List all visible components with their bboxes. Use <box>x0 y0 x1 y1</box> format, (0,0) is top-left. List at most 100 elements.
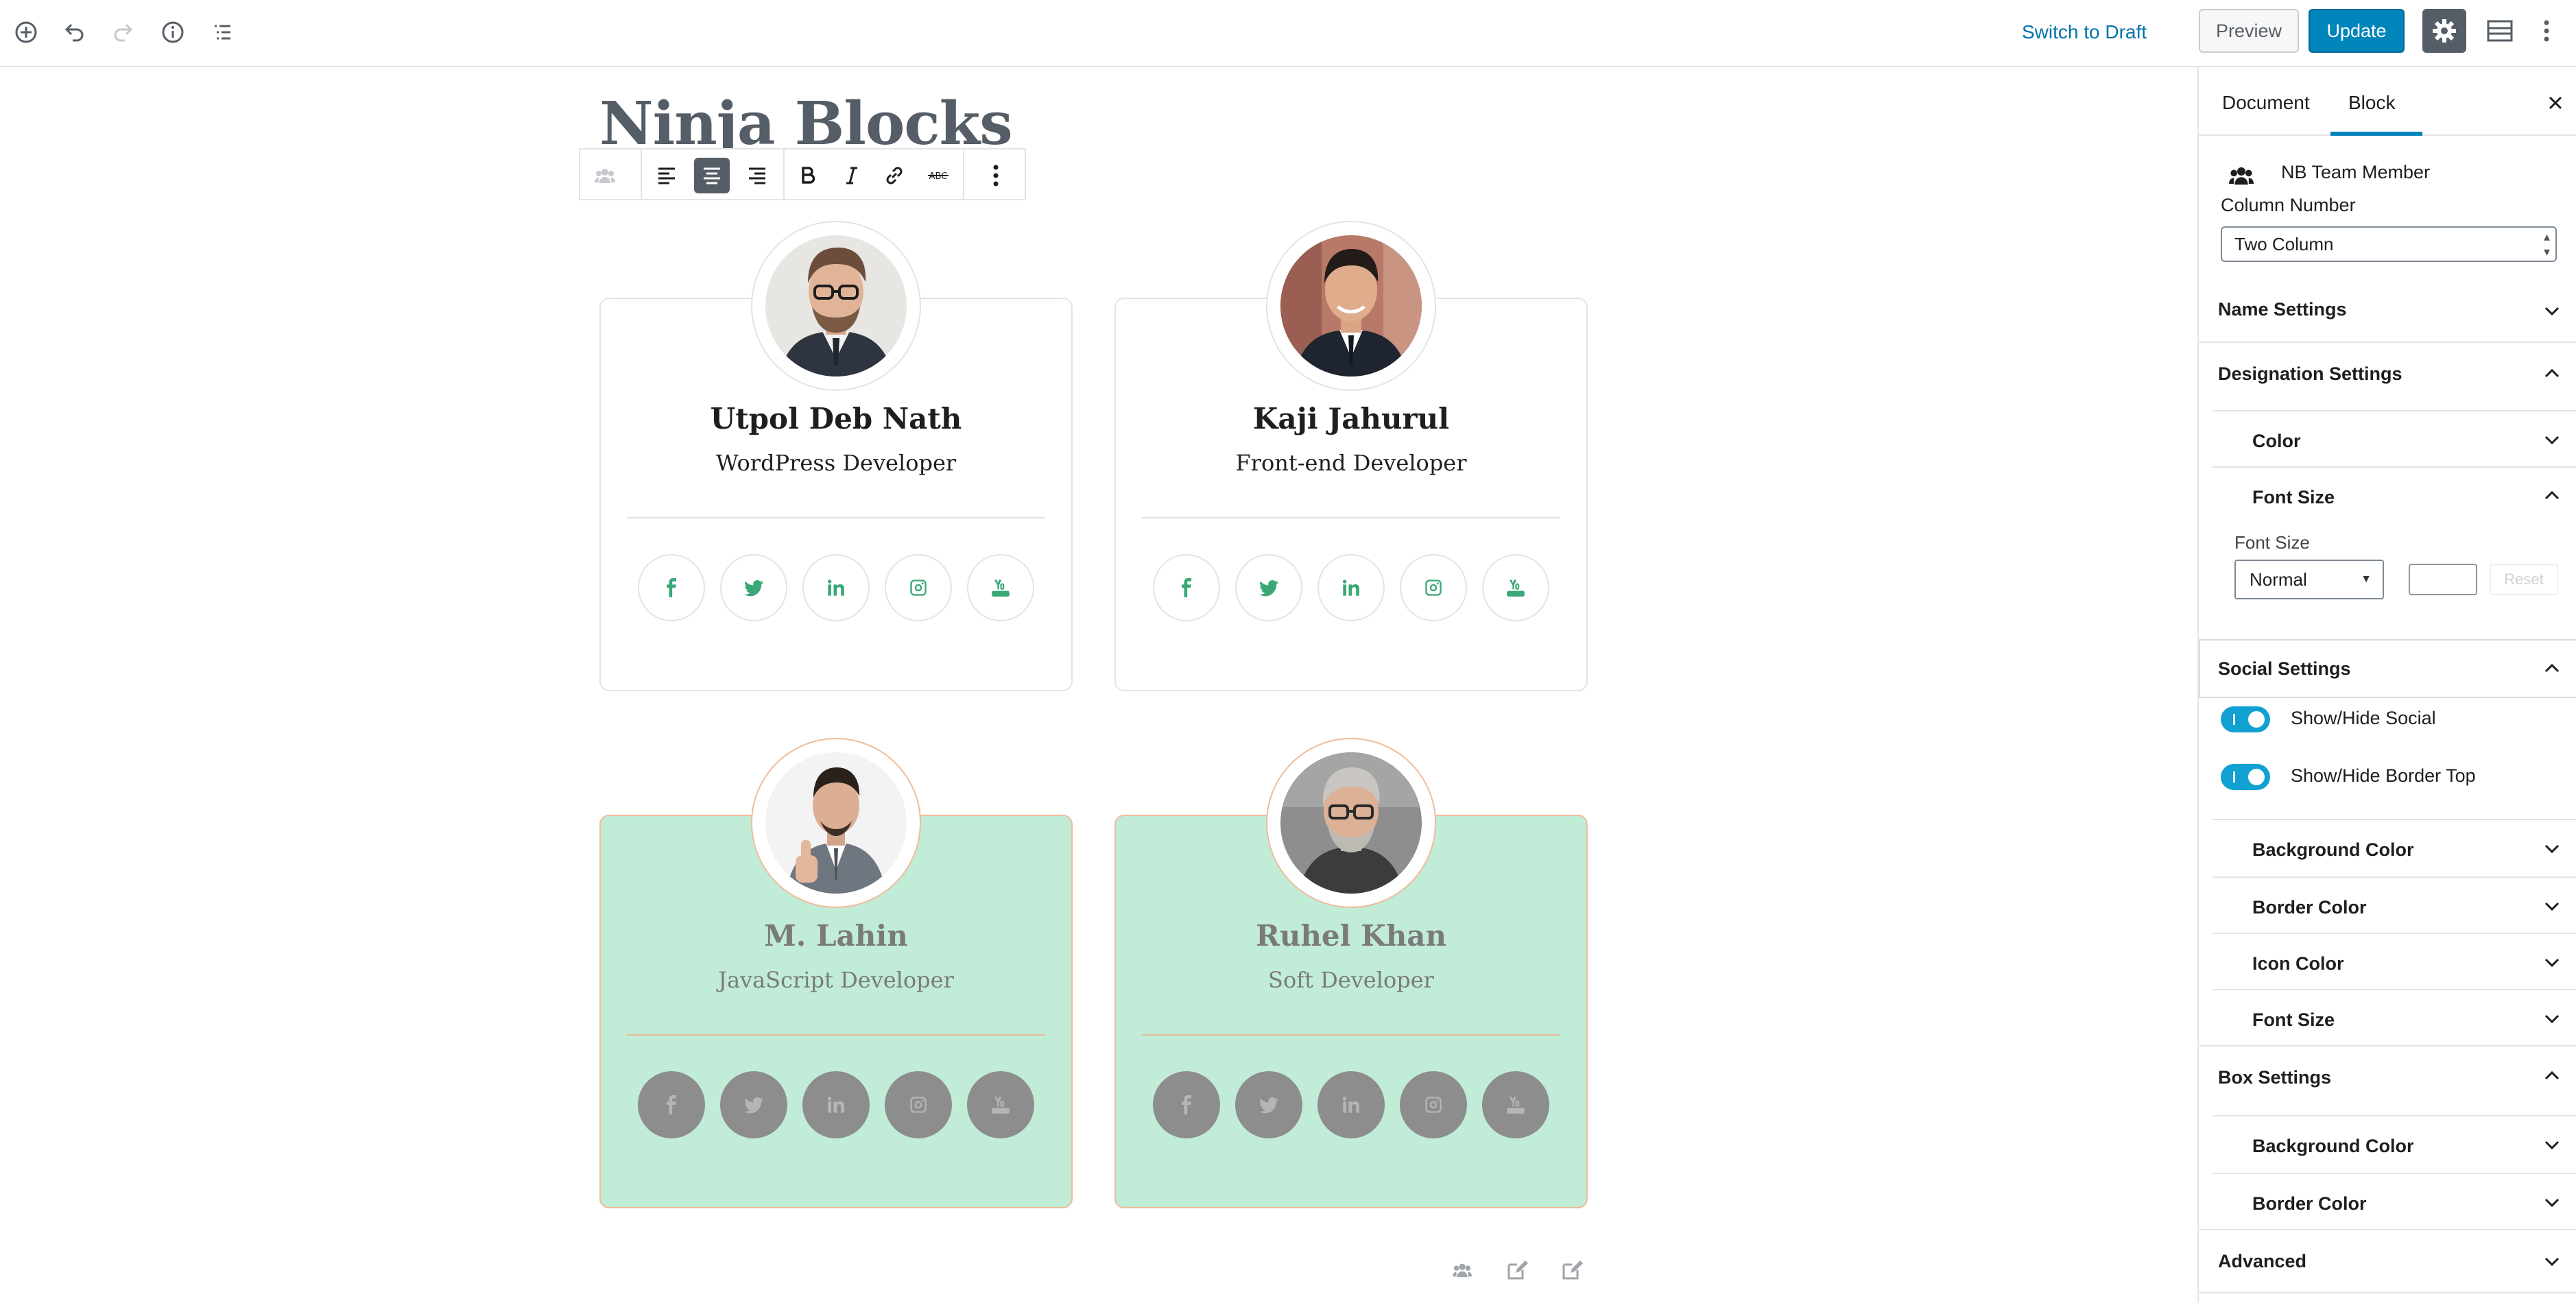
instagram-link[interactable] <box>885 1071 952 1138</box>
member-role[interactable]: JavaScript Developer <box>601 967 1071 993</box>
facebook-link[interactable] <box>638 1071 705 1138</box>
member-name[interactable]: M. Lahin <box>601 919 1071 953</box>
redo-icon[interactable] <box>108 16 139 48</box>
show-social-toggle[interactable] <box>2221 706 2270 732</box>
twitter-link[interactable] <box>1235 554 1302 621</box>
member-name[interactable]: Kaji Jahurul <box>1116 402 1586 435</box>
panel-social-settings[interactable]: Social Settings <box>2199 639 2576 698</box>
undo-icon[interactable] <box>58 16 90 48</box>
member-role[interactable]: WordPress Developer <box>601 450 1071 476</box>
more-options-icon[interactable] <box>978 158 1014 193</box>
edit-alt-icon[interactable] <box>1558 1256 1586 1284</box>
linkedin-link[interactable] <box>1317 1071 1385 1138</box>
panel-title: Color <box>2252 431 2301 451</box>
youtube-link[interactable] <box>967 554 1034 621</box>
align-left-icon[interactable] <box>649 158 684 193</box>
facebook-icon <box>1182 1095 1191 1114</box>
youtube-link[interactable] <box>1482 1071 1549 1138</box>
social-links <box>638 554 1037 623</box>
font-size-input[interactable] <box>2409 564 2477 595</box>
add-block-icon[interactable] <box>10 16 42 48</box>
avatar <box>751 221 921 391</box>
instagram-link[interactable] <box>885 554 952 621</box>
panel-social-background-color[interactable]: Background Color <box>2199 820 2576 876</box>
svg-text:ABC: ABC <box>929 171 948 182</box>
twitter-link[interactable] <box>720 1071 787 1138</box>
facebook-icon <box>667 1095 676 1114</box>
italic-icon[interactable] <box>834 158 870 193</box>
instagram-link[interactable] <box>1400 554 1467 621</box>
font-size-reset-button[interactable]: Reset <box>2490 564 2558 595</box>
panel-title: Icon Color <box>2252 953 2344 974</box>
link-icon[interactable] <box>876 158 912 193</box>
social-links <box>1153 1071 1552 1140</box>
avatar <box>1266 738 1436 908</box>
facebook-link[interactable] <box>1153 554 1220 621</box>
facebook-link[interactable] <box>638 554 705 621</box>
toggle-label: Show/Hide Social <box>2291 708 2436 728</box>
strikethrough-icon[interactable]: ABC <box>920 158 956 193</box>
settings-sidebar: Document Block NB Team Member Column Num… <box>2197 67 2576 1303</box>
switch-to-draft-link[interactable]: Switch to Draft <box>2022 18 2147 47</box>
active-tab-indicator <box>2330 132 2422 136</box>
member-name[interactable]: Utpol Deb Nath <box>601 402 1071 435</box>
fullwidth-icon[interactable] <box>2484 15 2516 47</box>
linkedin-link[interactable] <box>1317 554 1385 621</box>
member-name[interactable]: Ruhel Khan <box>1116 919 1586 953</box>
panel-advanced[interactable]: Advanced <box>2199 1230 2576 1293</box>
panel-social-font-size[interactable]: Font Size <box>2199 990 2576 1047</box>
card-divider <box>627 1034 1045 1036</box>
chevron-down-icon <box>2544 1014 2560 1024</box>
card-divider <box>627 517 1045 518</box>
panel-icon-color[interactable]: Icon Color <box>2199 934 2576 989</box>
more-vertical-icon[interactable] <box>2531 15 2562 47</box>
linkedin-icon <box>827 1097 844 1113</box>
tab-document[interactable]: Document <box>2222 92 2310 114</box>
panel-font-size[interactable]: Font Size <box>2199 468 2576 523</box>
member-role[interactable]: Front-end Developer <box>1116 450 1586 476</box>
linkedin-link[interactable] <box>802 554 870 621</box>
youtube-link[interactable] <box>1482 554 1549 621</box>
edit-icon[interactable] <box>1503 1256 1531 1284</box>
facebook-link[interactable] <box>1153 1071 1220 1138</box>
panel-box-settings[interactable]: Box Settings <box>2199 1047 2576 1115</box>
update-button[interactable]: Update <box>2309 9 2405 53</box>
facebook-icon <box>1182 578 1191 597</box>
block-toolbar: ABC <box>579 148 1026 200</box>
panel-title: Background Color <box>2252 839 2414 860</box>
panel-color[interactable]: Color <box>2199 411 2576 466</box>
chevron-down-icon <box>2544 435 2560 445</box>
twitter-icon <box>744 1097 763 1114</box>
instagram-link[interactable] <box>1400 1071 1467 1138</box>
panel-box-border-color[interactable]: Border Color <box>2199 1174 2576 1230</box>
info-icon[interactable] <box>157 16 189 48</box>
preview-button[interactable]: Preview <box>2199 9 2299 53</box>
panel-title: Advanced <box>2218 1251 2307 1271</box>
close-icon[interactable] <box>2542 89 2569 117</box>
show-border-top-toggle[interactable] <box>2221 764 2270 790</box>
panel-social-border-color[interactable]: Border Color <box>2199 878 2576 933</box>
twitter-link[interactable] <box>1235 1071 1302 1138</box>
column-number-select[interactable]: Two Column ▴ ▾ <box>2221 226 2557 262</box>
chevron-down-icon <box>2544 958 2560 968</box>
block-type-icon[interactable] <box>587 158 623 193</box>
panel-title: Name Settings <box>2218 299 2347 320</box>
align-center-icon[interactable] <box>694 158 730 193</box>
toggle-label: Show/Hide Border Top <box>2291 765 2476 786</box>
bold-icon[interactable] <box>790 158 826 193</box>
panel-name-settings[interactable]: Name Settings <box>2199 278 2576 343</box>
outline-icon[interactable] <box>206 16 238 48</box>
tab-block[interactable]: Block <box>2348 92 2395 114</box>
font-size-label: Font Size <box>2234 532 2310 553</box>
chevron-down-icon <box>2544 307 2560 316</box>
linkedin-link[interactable] <box>802 1071 870 1138</box>
gear-icon[interactable] <box>2422 9 2466 53</box>
font-size-select[interactable]: Normal ▼ <box>2234 560 2384 599</box>
youtube-link[interactable] <box>967 1071 1034 1138</box>
member-role[interactable]: Soft Developer <box>1116 967 1586 993</box>
panel-box-background-color[interactable]: Background Color <box>2199 1116 2576 1173</box>
panel-designation-settings[interactable]: Designation Settings <box>2199 343 2576 411</box>
team-member-icon[interactable] <box>1448 1256 1476 1284</box>
align-right-icon[interactable] <box>739 158 775 193</box>
twitter-link[interactable] <box>720 554 787 621</box>
